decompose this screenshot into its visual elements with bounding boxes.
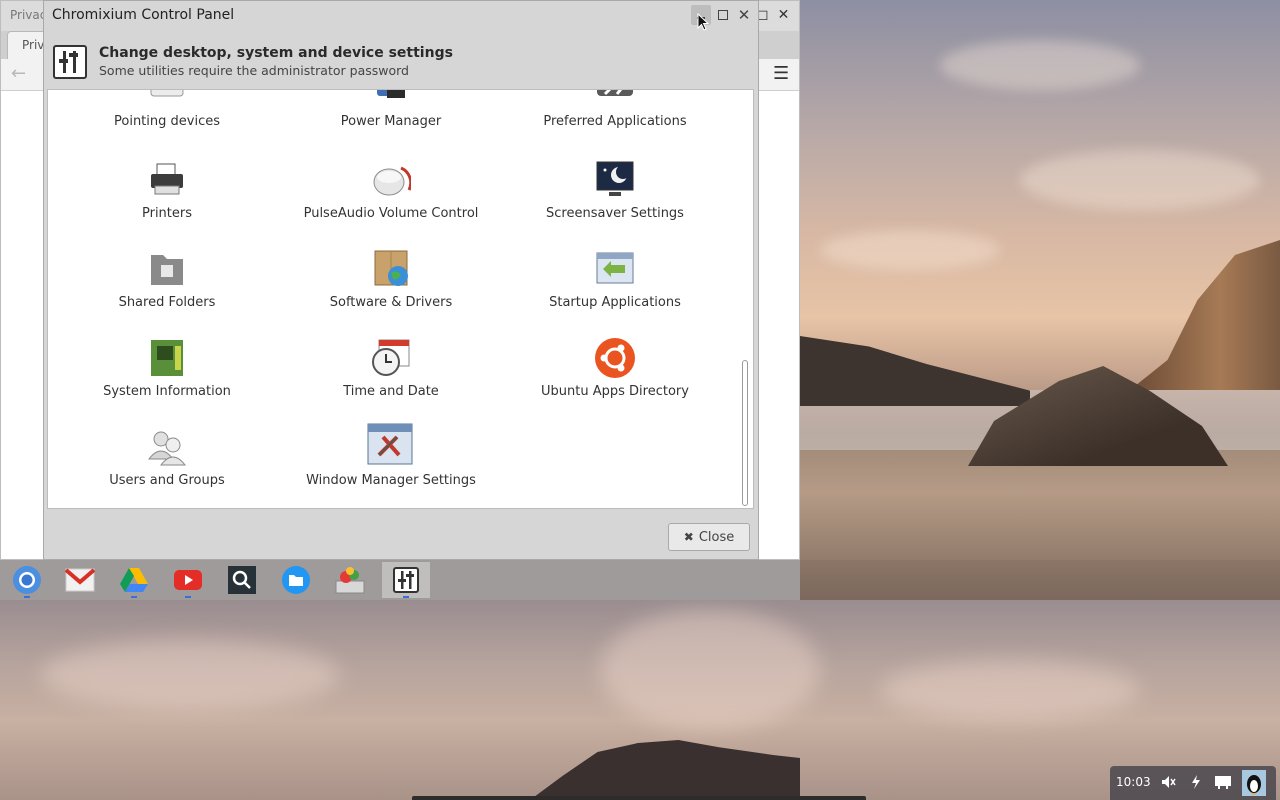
maximize-button[interactable]	[713, 5, 733, 25]
gmail-icon	[65, 568, 95, 592]
item-users-and-groups[interactable]: Users and Groups	[55, 427, 279, 508]
item-startup-applications[interactable]: Startup Applications	[503, 249, 727, 335]
control-panel-shelf-icon	[393, 567, 419, 593]
item-system-information[interactable]: System Information	[55, 338, 279, 424]
scrollbar-thumb[interactable]	[742, 360, 748, 506]
shelf-files[interactable]	[276, 562, 316, 598]
printer-icon	[147, 160, 187, 200]
shelf-search[interactable]	[222, 562, 262, 598]
window-title: Chromixium Control Panel	[52, 7, 235, 23]
settings-grid: Pointing devices Power Manager Preferred…	[47, 89, 754, 509]
shelf-control-panel[interactable]	[382, 562, 430, 598]
status-tray[interactable]: 10:03	[1110, 766, 1276, 800]
item-power-manager[interactable]: Power Manager	[279, 90, 503, 154]
hamburger-menu-icon[interactable]: ☰	[773, 63, 789, 84]
close-x-icon: ✖	[683, 530, 694, 544]
item-shared-folders[interactable]: Shared Folders	[55, 249, 279, 335]
drive-icon	[120, 568, 148, 592]
item-printers[interactable]: Printers	[55, 160, 279, 246]
item-pulseaudio[interactable]: PulseAudio Volume Control	[279, 160, 503, 246]
shelf-google-drive[interactable]	[114, 562, 154, 598]
mouse-cursor-icon	[697, 13, 709, 31]
folder-icon	[282, 566, 310, 594]
battery-icon	[371, 90, 411, 108]
item-window-manager-settings[interactable]: Window Manager Settings	[279, 423, 503, 508]
power-plug-icon[interactable]	[1188, 774, 1204, 790]
speaker-icon	[371, 160, 413, 200]
browser-window-controls[interactable]: ◻✕	[757, 7, 798, 23]
wallpaper	[800, 0, 1280, 600]
back-arrow-icon[interactable]: ←	[11, 63, 26, 84]
close-button[interactable]: ✖ Close	[668, 523, 750, 551]
shelf-software[interactable]	[330, 562, 370, 598]
shelf-chromium[interactable]	[7, 562, 47, 598]
header-subtitle: Some utilities require the administrator…	[99, 63, 409, 78]
clock-calendar-icon	[371, 338, 411, 378]
circuit-board-icon	[147, 338, 187, 378]
youtube-icon	[174, 570, 202, 590]
window-tools-icon	[367, 423, 413, 467]
wallpaper-bottom	[0, 600, 1280, 800]
item-ubuntu-apps[interactable]: Ubuntu Apps Directory	[503, 338, 727, 424]
item-screensaver[interactable]: Screensaver Settings	[503, 160, 727, 246]
item-pointing-devices[interactable]: Pointing devices	[55, 90, 279, 154]
shelf-gmail[interactable]	[60, 562, 100, 598]
package-globe-icon	[371, 249, 411, 289]
window-close-button[interactable]: ✕	[734, 5, 754, 25]
item-time-and-date[interactable]: Time and Date	[279, 338, 503, 424]
control-panel-icon	[53, 45, 87, 79]
browser-title: Privac	[10, 8, 47, 22]
users-icon	[147, 427, 187, 467]
ubuntu-logo-icon	[595, 338, 635, 378]
volume-muted-icon[interactable]	[1160, 774, 1176, 790]
network-icon[interactable]	[1214, 774, 1231, 790]
search-icon	[228, 566, 256, 594]
shared-folder-icon	[147, 249, 187, 289]
user-avatar[interactable]	[1242, 770, 1266, 796]
item-preferred-applications[interactable]: Preferred Applications	[503, 90, 727, 154]
header-title: Change desktop, system and device settin…	[99, 45, 453, 61]
software-center-icon	[335, 567, 365, 594]
control-panel-window: Chromixium Control Panel ✕ Change deskto…	[43, 0, 759, 560]
mouse-icon	[147, 90, 187, 108]
shelf-extension	[800, 560, 1280, 600]
chromium-icon	[13, 566, 41, 594]
close-button-label: Close	[698, 529, 735, 545]
clock[interactable]: 10:03	[1116, 775, 1151, 789]
monitor-moon-icon	[595, 160, 635, 200]
bottom-strip	[412, 796, 866, 800]
item-software-drivers[interactable]: Software & Drivers	[279, 249, 503, 335]
shelf-youtube[interactable]	[168, 562, 208, 598]
tools-icon	[595, 90, 635, 108]
startup-arrow-icon	[595, 249, 635, 289]
